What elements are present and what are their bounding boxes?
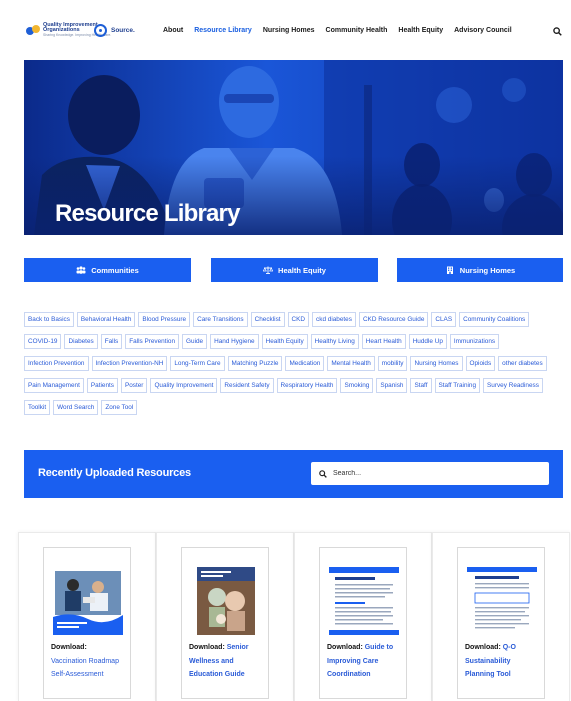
nursing-homes-button[interactable]: Nursing Homes (397, 258, 563, 282)
recent-resources-bar: Recently Uploaded Resources (24, 450, 563, 498)
search-icon[interactable] (553, 27, 562, 36)
tag-link[interactable]: Quality Improvement (150, 378, 218, 393)
partner-name: Source. (111, 27, 135, 34)
resource-cards: Download: Vaccination Roadmap Self-Asses… (18, 532, 571, 701)
tag-link[interactable]: ckd diabetes (312, 312, 356, 327)
tag-link[interactable]: Infection Prevention (24, 356, 89, 371)
tag-link[interactable]: Poster (120, 378, 148, 393)
tag-link[interactable]: Infection Prevention-NH (91, 356, 168, 371)
tag-link[interactable]: Long-Term Care (170, 356, 225, 371)
tag-link[interactable]: Falls (100, 334, 123, 349)
search-input[interactable] (333, 470, 533, 477)
main-nav: About Resource Library Nursing Homes Com… (163, 27, 523, 34)
senior-wellness-cover (191, 567, 261, 635)
tag-link[interactable]: Word Search (53, 400, 99, 415)
logo-mark-icon (26, 24, 40, 37)
tag-link[interactable]: Immunizations (449, 334, 500, 349)
download-label-text: Download: (327, 644, 363, 651)
tag-link[interactable]: Huddle Up (408, 334, 447, 349)
tag-link[interactable]: Health Equity (261, 334, 308, 349)
nav-advisory-council[interactable]: Advisory Council (454, 27, 512, 34)
tag-link[interactable]: Patients (86, 378, 118, 393)
tag-link[interactable]: Nursing Homes (410, 356, 463, 371)
resource-thumbnail[interactable]: Download: Q-O Sustainability Planning To… (457, 547, 545, 699)
recent-resources-title: Recently Uploaded Resources (38, 467, 191, 479)
people-group-icon (76, 266, 86, 274)
tag-link[interactable]: Survey Readiness (483, 378, 543, 393)
tag-link[interactable]: Back to Basics (24, 312, 74, 327)
tag-link[interactable]: Smoking (340, 378, 374, 393)
resource-card[interactable]: Download: Guide to Improving Care Coordi… (294, 532, 432, 701)
site-header: Quality Improvement Organizations Sharin… (0, 0, 571, 62)
partner-logo[interactable]: Source. (94, 24, 135, 37)
tag-link[interactable]: Staff (410, 378, 432, 393)
nav-health-equity[interactable]: Health Equity (398, 27, 443, 34)
tag-link[interactable]: Spanish (376, 378, 408, 393)
tag-link[interactable]: Staff Training (434, 378, 481, 393)
tag-link[interactable]: Heart Health (361, 334, 406, 349)
resource-card[interactable]: Download: Senior Wellness and Education … (156, 532, 294, 701)
care-coordination-cover (329, 567, 399, 635)
tag-link[interactable]: CKD (287, 312, 310, 327)
tag-link[interactable]: Pain Management (24, 378, 84, 393)
nursing-homes-label: Nursing Homes (459, 265, 516, 275)
hero-banner: Resource Library (24, 60, 563, 235)
tag-cloud: Back to Basics Behavioral Health Blood Pre… (24, 312, 558, 422)
communities-button[interactable]: Communities (24, 258, 191, 282)
health-equity-button[interactable]: Health Equity (211, 258, 378, 282)
download-label: Download: Q-O Sustainability Planning To… (465, 641, 541, 682)
resource-search-box[interactable] (311, 462, 549, 485)
tag-link[interactable]: Falls Prevention (125, 334, 180, 349)
communities-label: Communities (91, 265, 139, 275)
resource-thumbnail[interactable]: Download: Guide to Improving Care Coordi… (319, 547, 407, 699)
tag-link[interactable]: Respiratory Health (276, 378, 338, 393)
download-label: Download: Senior Wellness and Education … (189, 641, 265, 682)
tag-link[interactable]: Opioids (465, 356, 496, 371)
resource-thumbnail[interactable]: Download: Vaccination Roadmap Self-Asses… (43, 547, 131, 699)
tag-link[interactable]: Care Transitions (193, 312, 248, 327)
tag-link[interactable]: Behavioral Health (76, 312, 136, 327)
tag-link[interactable]: Resident Safety (220, 378, 274, 393)
health-equity-label: Health Equity (278, 265, 326, 275)
tag-link[interactable]: Checklist (250, 312, 285, 327)
building-icon (446, 266, 453, 274)
tag-link[interactable]: Diabetes (64, 334, 98, 349)
tag-link[interactable]: CKD Resource Guide (358, 312, 429, 327)
tag-link[interactable]: CLAS (431, 312, 457, 327)
resource-card[interactable]: Download: Q-O Sustainability Planning To… (432, 532, 570, 701)
tag-link[interactable]: Matching Puzzle (227, 356, 283, 371)
tag-link[interactable]: other diabetes (498, 356, 547, 371)
nav-nursing-homes[interactable]: Nursing Homes (263, 27, 315, 34)
sustainability-planning-cover (467, 567, 537, 635)
download-label-text: Download: (465, 644, 501, 651)
tag-link[interactable]: Blood Pressure (138, 312, 191, 327)
search-icon (319, 469, 327, 478)
resource-title-link[interactable]: Vaccination Roadmap Self-Assessment (51, 655, 127, 682)
resource-thumbnail[interactable]: Download: Senior Wellness and Education … (181, 547, 269, 699)
nav-community-health[interactable]: Community Health (326, 27, 388, 34)
page-title: Resource Library (55, 200, 240, 227)
vaccination-roadmap-cover (53, 567, 123, 635)
tag-link[interactable]: mobility (377, 356, 408, 371)
tag-link[interactable]: Guide (182, 334, 208, 349)
resource-card[interactable]: Download: Vaccination Roadmap Self-Asses… (18, 532, 156, 701)
nav-about[interactable]: About (163, 27, 183, 34)
tag-link[interactable]: Mental Health (327, 356, 375, 371)
tag-link[interactable]: Zone Tool (101, 400, 138, 415)
tag-link[interactable]: Healthy Living (310, 334, 359, 349)
download-label-text: Download: (189, 644, 225, 651)
tag-link[interactable]: Medication (285, 356, 325, 371)
balance-scale-icon (263, 266, 274, 274)
tag-link[interactable]: Toolkit (24, 400, 51, 415)
tag-link[interactable]: Community Coalitions (459, 312, 530, 327)
tag-link[interactable]: COVID-19 (24, 334, 62, 349)
tag-link[interactable]: Hand Hygiene (210, 334, 259, 349)
download-label: Download: Guide to Improving Care Coordi… (327, 641, 403, 682)
download-label: Download: (51, 644, 87, 651)
nav-resource-library[interactable]: Resource Library (194, 27, 252, 34)
source-logo-icon (94, 24, 107, 37)
